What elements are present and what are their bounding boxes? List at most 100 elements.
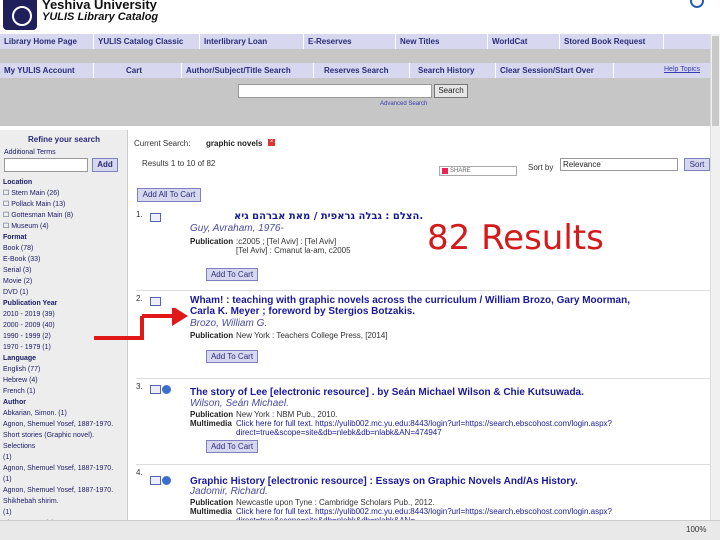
- result-title[interactable]: הצלם : גבלה גראפית / מאת אברהם גיא.: [234, 211, 423, 222]
- facet-heading: Author: [3, 399, 26, 406]
- navigation-bar: Library Home Page YULIS Catalog Classic …: [0, 34, 710, 126]
- refine-title: Refine your search: [27, 135, 101, 144]
- facet-option[interactable]: 1990 - 1999 (2): [3, 332, 51, 342]
- result-icons: [150, 385, 171, 394]
- nav-author-subject-title-search[interactable]: Author/Subject/Title Search: [182, 63, 314, 78]
- search-button[interactable]: Search: [434, 84, 468, 98]
- results-range: Results 1 to 10 of 82: [142, 159, 216, 168]
- scrollbar-thumb[interactable]: [712, 36, 719, 126]
- facet-option[interactable]: Shikhebah shirim.: [3, 497, 59, 507]
- multimedia-label: Multimedia: [190, 419, 232, 428]
- nav-my-account[interactable]: My YULIS Account: [0, 63, 94, 78]
- results-area: Current Search: graphic novels × Results…: [130, 130, 720, 525]
- facet-option[interactable]: Serial (3): [3, 266, 31, 276]
- university-logo[interactable]: [3, 0, 37, 30]
- facet-option[interactable]: 2010 - 2019 (39): [3, 310, 55, 320]
- nav-search-history[interactable]: Search History: [410, 63, 496, 78]
- facet-option[interactable]: Movie (2): [3, 277, 32, 287]
- result-divider: [136, 464, 712, 465]
- result-divider: [136, 378, 712, 379]
- result-multimedia[interactable]: Multimedia Click here for full text. http…: [190, 507, 612, 516]
- add-to-cart-button[interactable]: Add To Cart: [206, 350, 258, 363]
- remove-term-icon[interactable]: ×: [268, 139, 275, 146]
- facet-option[interactable]: Agnon, Shemuel Yosef, 1887-1970.: [3, 486, 113, 496]
- book-icon: [150, 297, 161, 306]
- zoom-level[interactable]: 100%: [686, 525, 706, 534]
- nav-clear-session[interactable]: Clear Session/Start Over: [496, 63, 614, 78]
- facet-option[interactable]: ☐ Stern Main (26): [3, 189, 59, 199]
- result-author[interactable]: Wilson, Seán Michael.: [190, 398, 289, 409]
- result-icons: [150, 476, 171, 485]
- facet-heading: Format: [3, 234, 27, 241]
- result-number: 3.: [136, 382, 143, 391]
- facet-heading: Language: [3, 355, 37, 362]
- nav-stored-book-request[interactable]: Stored Book Request: [560, 34, 664, 49]
- facet-option[interactable]: Book (78): [3, 244, 33, 254]
- nav-row-secondary: My YULIS Account Cart Author/Subject/Tit…: [0, 63, 710, 78]
- facet-option[interactable]: ☐ Museum (4): [3, 222, 49, 232]
- facet-option[interactable]: ☐ Gottesman Main (8): [3, 211, 73, 221]
- result-multimedia-cont[interactable]: direct=true&scope=site&db=nlebk&db=nlabk…: [190, 428, 442, 437]
- result-author[interactable]: Jadomir, Richard.: [190, 486, 268, 497]
- nav-interlibrary-loan[interactable]: Interlibrary Loan: [200, 34, 304, 49]
- result-number: 1.: [136, 210, 143, 219]
- advanced-search-link[interactable]: Advanced Search: [380, 101, 427, 107]
- result-author[interactable]: Brozo, William G.: [190, 318, 267, 329]
- result-title[interactable]: Wham! : teaching with graphic novels acr…: [190, 295, 630, 306]
- result-title[interactable]: The story of Lee [electronic resource] .…: [190, 387, 584, 398]
- search-input[interactable]: [238, 84, 432, 98]
- facet-option[interactable]: English (77): [3, 365, 40, 375]
- result-number: 2.: [136, 294, 143, 303]
- help-topics-link[interactable]: Help Topics: [664, 66, 700, 73]
- nav-worldcat[interactable]: WorldCat: [488, 34, 560, 49]
- facet-option[interactable]: ☐ Pollack Main (13): [3, 200, 65, 210]
- sort-button[interactable]: Sort: [684, 158, 710, 171]
- add-term-button[interactable]: Add: [92, 158, 118, 172]
- facet-option[interactable]: Agnon, Shemuel Yosef, 1887-1970.: [3, 464, 113, 474]
- share-bar[interactable]: SHARE: [439, 166, 517, 176]
- nav-catalog-classic[interactable]: YULIS Catalog Classic: [94, 34, 200, 49]
- result-author[interactable]: Guy, Avraham, 1976-: [190, 223, 284, 234]
- help-icon[interactable]: [690, 0, 704, 8]
- multimedia-link[interactable]: Click here for full text. https://yulib0…: [236, 419, 612, 428]
- result-divider: [136, 290, 712, 291]
- additional-terms-input[interactable]: [4, 158, 88, 172]
- nav-cart[interactable]: Cart: [94, 63, 182, 78]
- page-scrollbar[interactable]: [710, 34, 720, 520]
- facet-option[interactable]: 1970 - 1979 (1): [3, 343, 51, 353]
- nav-library-home[interactable]: Library Home Page: [0, 34, 94, 49]
- nav-row-primary: Library Home Page YULIS Catalog Classic …: [0, 34, 710, 49]
- facet-option[interactable]: Agnon, Shemuel Yosef, 1887-1970.: [3, 420, 113, 430]
- nav-new-titles[interactable]: New Titles: [396, 34, 488, 49]
- facet-option[interactable]: E-Book (33): [3, 255, 40, 265]
- facet-option[interactable]: (1): [3, 475, 12, 485]
- web-resource-icon: [162, 385, 171, 394]
- multimedia-label: Multimedia: [190, 507, 232, 516]
- add-to-cart-button[interactable]: Add To Cart: [206, 440, 258, 453]
- add-to-cart-button[interactable]: Add To Cart: [206, 268, 258, 281]
- facet-option[interactable]: 2000 - 2009 (40): [3, 321, 55, 331]
- result-multimedia[interactable]: Multimedia Click here for full text. http…: [190, 419, 612, 428]
- facet-option[interactable]: (1): [3, 453, 12, 463]
- multimedia-link[interactable]: Click here for full text. https://yulib0…: [236, 507, 612, 516]
- nav-e-reserves[interactable]: E-Reserves: [304, 34, 396, 49]
- result-number: 4.: [136, 468, 143, 477]
- results-count-annotation: 82 Results: [427, 218, 604, 258]
- result-publication: Publication Newcastle upon Tyne : Cambrid…: [190, 498, 435, 507]
- facet-option[interactable]: Hebrew (4): [3, 376, 38, 386]
- facet-option[interactable]: Selections: [3, 442, 35, 452]
- sort-select[interactable]: Relevance: [560, 158, 678, 171]
- facet-option[interactable]: Short stories (Graphic novel).: [3, 431, 94, 441]
- publication-value: :c2005 ; [Tel Aviv] : [Tel Aviv]: [236, 237, 337, 246]
- facet-option[interactable]: (1): [3, 508, 12, 518]
- facet-option[interactable]: DVD (1): [3, 288, 28, 298]
- add-all-to-cart-button[interactable]: Add All To Cart: [137, 188, 201, 202]
- facet-option[interactable]: French (1): [3, 387, 35, 397]
- publication-value: New York : NBM Pub., 2010.: [236, 410, 338, 419]
- publication-value: Newcastle upon Tyne : Cambridge Scholars…: [236, 498, 435, 507]
- publication-label: Publication: [190, 331, 234, 340]
- facet-option[interactable]: Abkarian, Simon. (1): [3, 409, 67, 419]
- nav-reserves-search[interactable]: Reserves Search: [314, 63, 410, 78]
- result-title-cont[interactable]: Carla K. Meyer ; foreword by Stergios Bo…: [190, 306, 415, 317]
- result-icons: [150, 213, 162, 222]
